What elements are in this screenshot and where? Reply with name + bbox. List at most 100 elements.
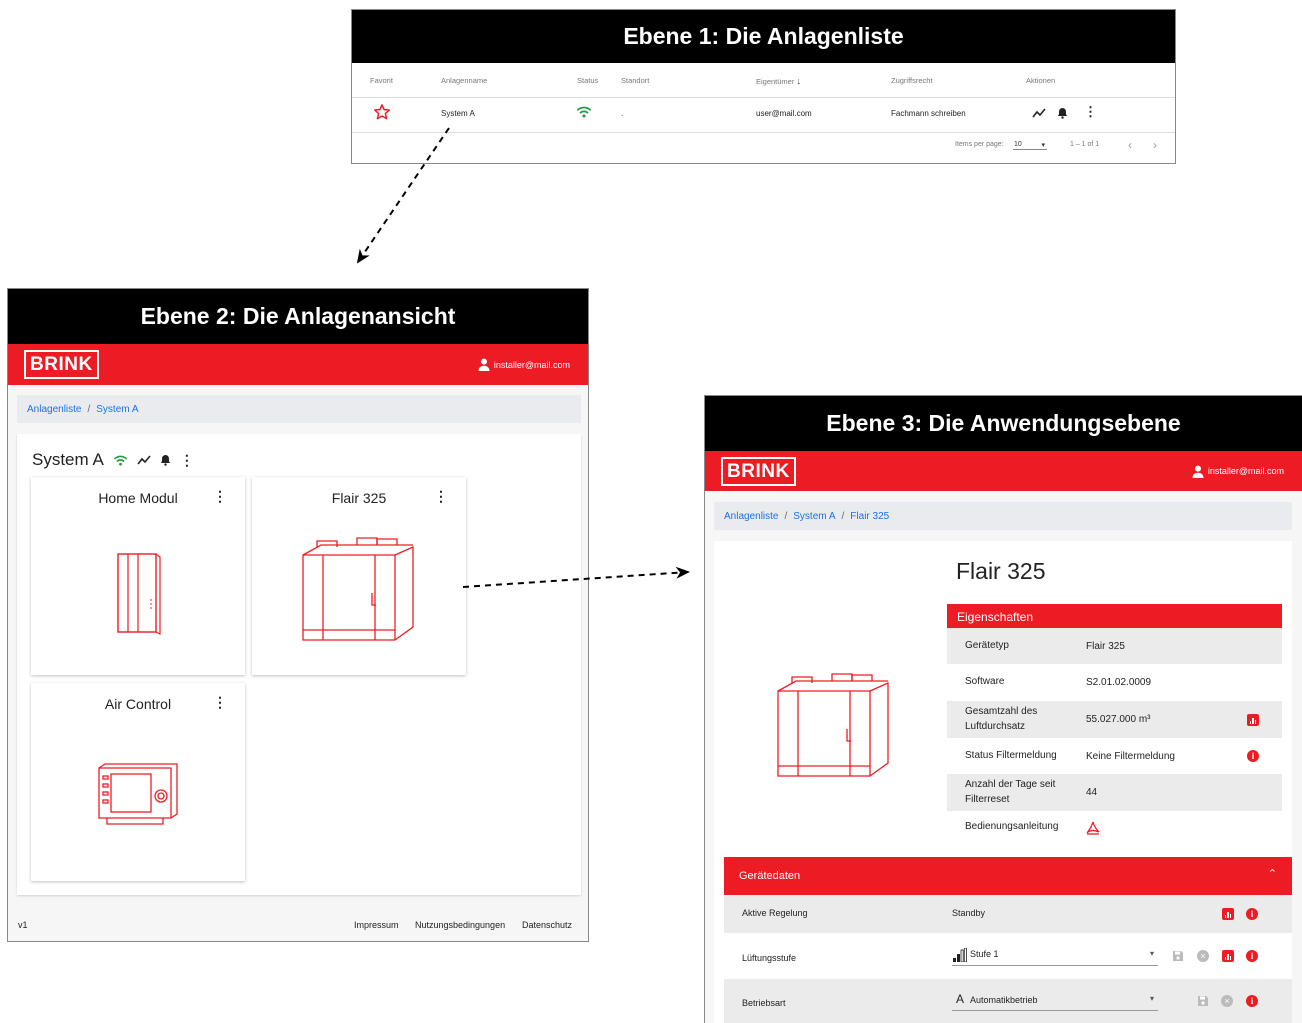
breadcrumb: Anlagenliste / System A — [17, 395, 581, 423]
device-card-air-control[interactable]: Air Control ⋮ — [31, 683, 245, 881]
property-label: Bedienungsanleitung — [965, 821, 1059, 833]
footer-link-nutzungsbedingungen[interactable]: Nutzungsbedingungen — [415, 920, 505, 930]
more-vert-icon[interactable]: ⋮ — [180, 453, 194, 467]
property-label: Status Filtermeldung — [965, 749, 1057, 761]
panel-2-heading: Ebene 2: Die Anlagenansicht — [8, 289, 588, 344]
breadcrumb-anlagenliste[interactable]: Anlagenliste — [27, 404, 81, 415]
trend-chart-icon[interactable] — [137, 455, 151, 465]
device-data-row-lueftungsstufe: Lüftungsstufe Stufe 1 ▾ × i — [724, 933, 1292, 979]
device-card-home-modul[interactable]: Home Modul ⋮ — [31, 477, 245, 675]
property-label: Anzahl der Tage seit Filterreset — [965, 779, 1056, 805]
info-icon[interactable]: i — [1247, 750, 1259, 762]
property-label: Gesamtzahl des Luftdurchsatz — [965, 706, 1038, 732]
items-per-page-label: Items per page: — [955, 141, 1004, 148]
flair-325-device-image — [777, 673, 889, 777]
fan-level-icon — [953, 948, 967, 962]
col-anlagenname[interactable]: Anlagenname — [441, 76, 487, 85]
more-vert-icon[interactable]: ⋮ — [213, 695, 227, 709]
property-value: 44 — [1086, 787, 1098, 798]
breadcrumb-system-a[interactable]: System A — [793, 511, 835, 522]
wifi-icon — [576, 106, 592, 118]
favorite-star-icon[interactable] — [373, 103, 391, 121]
cancel-icon[interactable]: × — [1197, 950, 1209, 962]
device-view-container: Flair 325 Eigenschaften Gerätetyp Flair … — [714, 541, 1292, 1023]
home-modul-device-icon — [117, 553, 161, 635]
trend-chart-icon[interactable] — [1032, 108, 1046, 118]
wifi-icon — [113, 455, 128, 466]
footer-link-datenschutz[interactable]: Datenschutz — [522, 920, 572, 930]
breadcrumb-separator: / — [784, 510, 788, 522]
bell-icon[interactable] — [1057, 107, 1068, 119]
lueftungsstufe-select[interactable]: Stufe 1 ▾ — [952, 944, 1158, 966]
row-owner: user@mail.com — [756, 109, 812, 118]
more-vert-icon[interactable]: ⋮ — [1084, 105, 1097, 118]
user-menu[interactable]: installer@mail.com — [1192, 465, 1284, 478]
info-icon[interactable]: i — [1246, 950, 1258, 962]
cancel-icon[interactable]: × — [1221, 995, 1233, 1007]
user-email: installer@mail.com — [1207, 466, 1284, 476]
breadcrumb: Anlagenliste / System A / Flair 325 — [714, 502, 1292, 530]
app-header: BRINK installer@mail.com — [705, 451, 1302, 491]
device-title: Flair 325 — [956, 558, 1046, 584]
col-aktionen: Aktionen — [1026, 76, 1056, 85]
brink-logo[interactable]: BRINK — [721, 456, 796, 486]
property-value: S2.01.02.0009 — [1086, 677, 1152, 688]
flair-325-device-icon — [302, 537, 414, 641]
col-favorit[interactable]: Favorit — [370, 76, 393, 85]
row-label: Lüftungsstufe — [742, 953, 797, 963]
info-icon[interactable]: i — [1246, 995, 1258, 1007]
property-label: Gerätetyp — [965, 639, 1009, 651]
device-data-row-aktive-regelung: Aktive Regelung Standby i — [724, 895, 1292, 933]
breadcrumb-system-a[interactable]: System A — [96, 404, 138, 415]
breadcrumb-flair-325[interactable]: Flair 325 — [850, 511, 889, 522]
bar-chart-icon[interactable] — [1247, 713, 1259, 726]
table-row[interactable]: System A . user@mail.com Fachmann schrei… — [352, 98, 1175, 133]
property-value: 55.027.000 m³ — [1086, 714, 1151, 725]
device-card-flair-325[interactable]: Flair 325 ⋮ — [252, 477, 466, 675]
properties-table: Eigenschaften Gerätetyp Flair 325 Softwa… — [947, 604, 1282, 844]
more-vert-icon[interactable]: ⋮ — [434, 489, 448, 503]
row-label: Betriebsart — [742, 998, 786, 1008]
caret-down-icon: ▾ — [1149, 949, 1154, 958]
panel-level-3: Ebene 3: Die Anwendungsebene BRINK insta… — [704, 395, 1302, 1023]
col-status[interactable]: Status — [577, 76, 598, 85]
col-eigentuemer[interactable]: Eigentümer ↓ — [756, 76, 801, 86]
property-row-geraetetyp: Gerätetyp Flair 325 — [947, 628, 1282, 664]
range-label: 1 – 1 of 1 — [1070, 141, 1100, 148]
device-data-title: Gerätedaten — [739, 870, 801, 882]
property-row-luftdurchsatz: Gesamtzahl des Luftdurchsatz 55.027.000 … — [947, 701, 1282, 738]
items-per-page-select[interactable]: 10 ▾ — [1013, 138, 1047, 150]
next-page-icon[interactable]: › — [1153, 138, 1157, 152]
bar-chart-icon[interactable] — [1222, 950, 1234, 962]
bell-icon[interactable] — [160, 454, 171, 466]
sort-arrow-down-icon[interactable]: ↓ — [796, 76, 801, 86]
footer-link-impressum[interactable]: Impressum — [354, 920, 399, 930]
col-standort[interactable]: Standort — [621, 76, 649, 85]
panel-3-heading: Ebene 3: Die Anwendungsebene — [705, 396, 1302, 451]
system-title-bar: System A ⋮ — [32, 450, 194, 470]
device-data-header[interactable]: Gerätedaten ⌃ — [724, 857, 1292, 895]
bar-chart-icon[interactable] — [1222, 908, 1234, 920]
breadcrumb-anlagenliste[interactable]: Anlagenliste — [724, 511, 778, 522]
device-data-panel: Gerätedaten ⌃ Aktive Regelung Standby i … — [724, 857, 1292, 1023]
system-view-container: System A ⋮ Home Modul ⋮ Flair 325 ⋮ Air … — [17, 434, 581, 895]
row-name[interactable]: System A — [441, 109, 475, 118]
items-per-page-value: 10 — [1014, 141, 1022, 148]
save-icon[interactable] — [1197, 995, 1209, 1009]
app-header: BRINK installer@mail.com — [8, 344, 588, 385]
prev-page-icon[interactable]: ‹ — [1128, 138, 1132, 152]
col-zugriffsrecht[interactable]: Zugriffsrecht — [891, 76, 933, 85]
panel-level-1: Ebene 1: Die Anlagenliste Favorit Anlage… — [351, 9, 1176, 164]
chevron-up-icon[interactable]: ⌃ — [1268, 867, 1277, 880]
property-row-filtermeldung: Status Filtermeldung Keine Filtermeldung… — [947, 738, 1282, 774]
brink-logo[interactable]: BRINK — [24, 350, 99, 379]
betriebsart-select[interactable]: A Automatikbetrieb ▾ — [952, 989, 1158, 1011]
more-vert-icon[interactable]: ⋮ — [213, 489, 227, 503]
save-icon[interactable] — [1172, 950, 1184, 964]
user-menu[interactable]: installer@mail.com — [478, 358, 570, 371]
col-eigentuemer-label: Eigentümer — [756, 77, 795, 86]
pdf-document-icon[interactable] — [1086, 821, 1100, 835]
info-icon[interactable]: i — [1246, 908, 1258, 920]
user-icon — [1192, 465, 1204, 478]
system-name: System A — [32, 450, 104, 469]
